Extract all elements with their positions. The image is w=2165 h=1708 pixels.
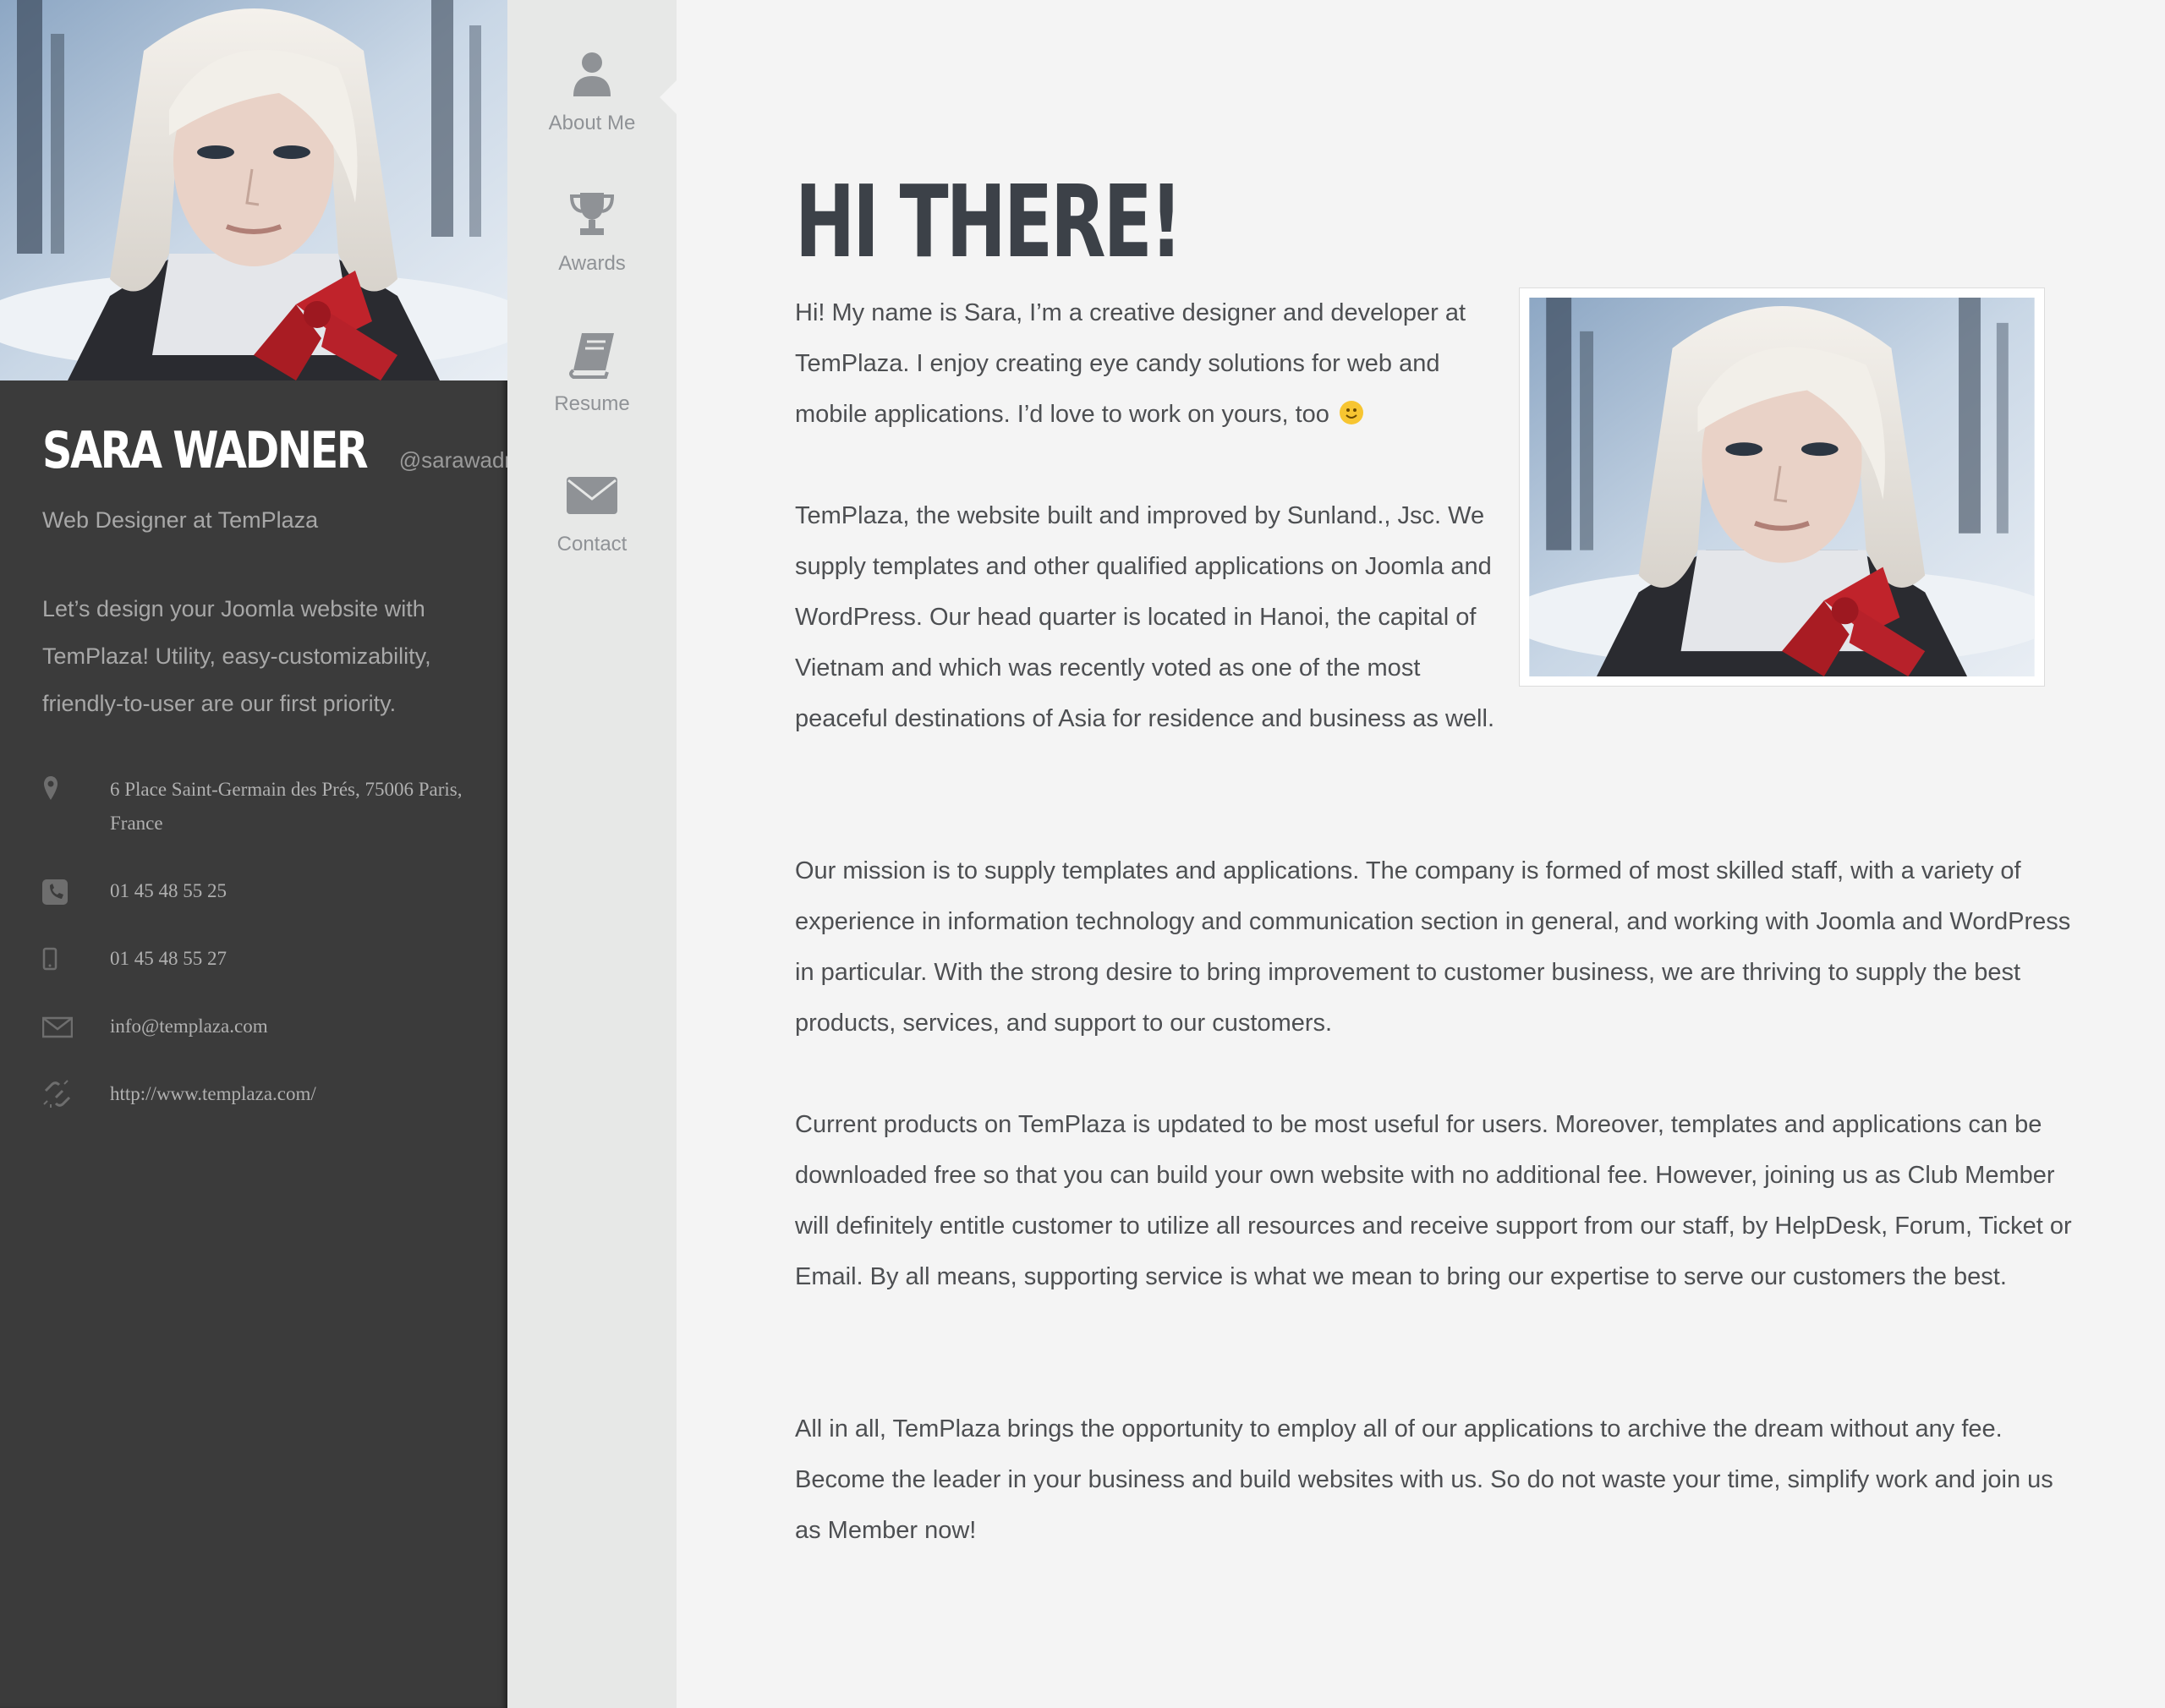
nav-label: About Me (548, 112, 636, 134)
contact-phone: 01 45 48 55 25 (42, 874, 482, 925)
profile-sidebar: SARA WADNER @sarawadner Web Designer at … (0, 0, 536, 1708)
envelope-icon (41, 1011, 74, 1042)
profile-bio: Let’s design your Joomla website with Te… (42, 596, 431, 716)
contact-address-text: 6 Place Saint-Germain des Prés, 75006 Pa… (110, 779, 463, 834)
contact-mobile: 01 45 48 55 27 (42, 942, 482, 993)
nav-label: Resume (554, 392, 630, 415)
about-paragraph-5: All in all, TemPlaza brings the opportun… (795, 1415, 2053, 1544)
profile-name-row: SARA WADNER @sarawadner (42, 421, 536, 480)
link-icon (42, 1079, 73, 1109)
profile-name: SARA WADNER (42, 421, 369, 480)
contact-address: 6 Place Saint-Germain des Prés, 75006 Pa… (42, 773, 482, 849)
nav-item-resume[interactable]: Resume (507, 330, 677, 448)
trophy-icon (567, 189, 617, 240)
about-paragraph-3: Our mission is to supply templates and a… (795, 857, 2071, 1037)
content-photo (1529, 298, 2035, 676)
profile-photo (0, 0, 507, 380)
contact-phone-text: 01 45 48 55 25 (110, 880, 227, 901)
contact-website-text[interactable]: http://www.templaza.com/ (110, 1077, 482, 1111)
about-paragraph-1: Hi! My name is Sara, I’m a creative desi… (795, 287, 1497, 440)
phone-icon (42, 876, 73, 906)
contact-email-text[interactable]: info@templaza.com (110, 1010, 482, 1043)
nav-item-about-me[interactable]: About Me (507, 49, 677, 167)
contact-website: http://www.templaza.com/ (42, 1077, 482, 1128)
map-pin-icon (42, 775, 73, 805)
about-paragraph-1-text: Hi! My name is Sara, I’m a creative desi… (795, 299, 1466, 428)
envelope-icon (567, 470, 617, 521)
user-icon (567, 49, 617, 100)
profile-job-title: Web Designer at TemPlaza (42, 507, 319, 533)
content-photo-frame (1519, 287, 2045, 687)
mobile-icon (42, 944, 73, 974)
about-paragraph-2: TemPlaza, the website built and improved… (795, 502, 1494, 732)
book-icon (567, 330, 617, 380)
nav-label: Awards (558, 252, 626, 275)
nav-label: Contact (556, 533, 628, 556)
nav-item-contact[interactable]: Contact (507, 470, 677, 588)
nav-item-awards[interactable]: Awards (507, 189, 677, 308)
contact-mobile-text: 01 45 48 55 27 (110, 948, 227, 969)
page-title: HI THERE! (795, 163, 1183, 281)
about-paragraph-4: Current products on TemPlaza is updated … (795, 1111, 2072, 1290)
contact-email: info@templaza.com (41, 1010, 482, 1060)
smiley-icon (1339, 401, 1363, 424)
